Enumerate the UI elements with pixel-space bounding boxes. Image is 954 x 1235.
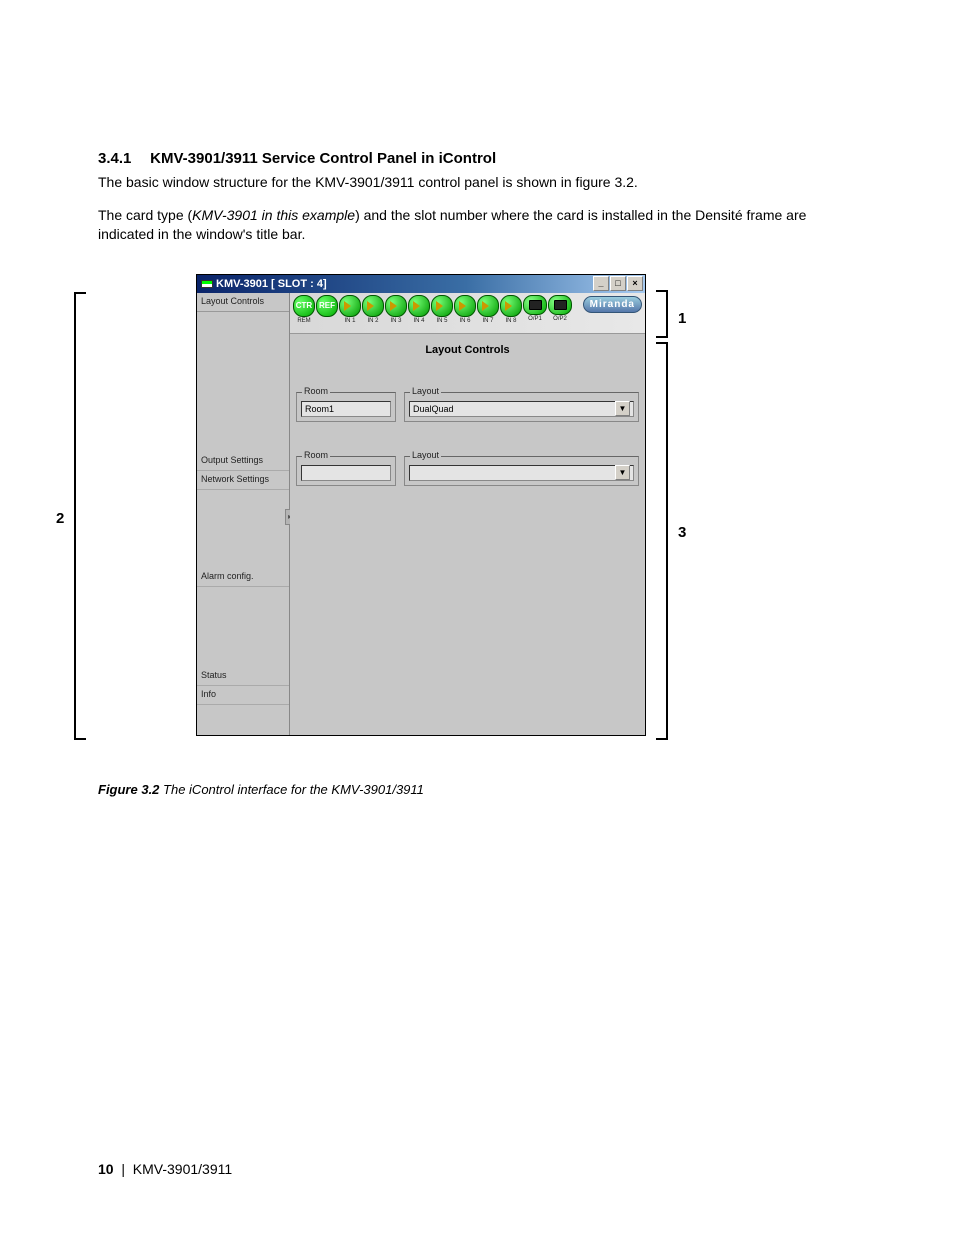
section-number: 3.4.1 bbox=[98, 150, 146, 167]
sidebar-item-info[interactable]: Info bbox=[197, 686, 289, 705]
figure: 2 1 3 KMV-3901 [ SLOT : 4] _ □ × bbox=[98, 274, 856, 764]
status-in6-icon[interactable] bbox=[454, 295, 476, 317]
figure-text: The iControl interface for the KMV-3901/… bbox=[159, 782, 423, 797]
callout-3: 3 bbox=[678, 524, 686, 541]
status-in2-icon[interactable] bbox=[362, 295, 384, 317]
layout-dropdown-1-value: DualQuad bbox=[413, 404, 454, 414]
room-label-2: Room bbox=[302, 450, 330, 460]
figure-caption: Figure 3.2 The iControl interface for th… bbox=[98, 782, 856, 797]
room-fieldset-2: Room bbox=[296, 456, 396, 486]
figure-label: Figure 3.2 bbox=[98, 782, 159, 797]
maximize-button[interactable]: □ bbox=[610, 276, 626, 291]
callout-1: 1 bbox=[678, 310, 686, 327]
page-footer: 10 | KMV-3901/3911 bbox=[98, 1161, 232, 1177]
close-button[interactable]: × bbox=[627, 276, 643, 291]
chevron-down-icon: ▼ bbox=[615, 401, 630, 416]
callout-2: 2 bbox=[56, 510, 64, 527]
status-ref-icon[interactable]: REF bbox=[316, 295, 338, 317]
sidebar-item-output-settings[interactable]: Output Settings bbox=[197, 452, 289, 471]
chevron-down-icon: ▼ bbox=[615, 465, 630, 480]
bracket-1 bbox=[656, 290, 668, 338]
layout-label-1: Layout bbox=[410, 386, 441, 396]
panel-title: Layout Controls bbox=[290, 344, 645, 356]
sidebar: Layout Controls Output Settings Network … bbox=[197, 293, 290, 735]
status-in4-icon[interactable] bbox=[408, 295, 430, 317]
layout-fieldset-2: Layout ▼ bbox=[404, 456, 639, 486]
layout-dropdown-1[interactable]: DualQuad ▼ bbox=[409, 401, 634, 417]
bracket-left bbox=[74, 292, 86, 740]
section-title: KMV-3901/3911 Service Control Panel in i… bbox=[150, 150, 496, 167]
status-in8-icon[interactable] bbox=[500, 295, 522, 317]
status-in5-icon[interactable] bbox=[431, 295, 453, 317]
layout-fieldset-1: Layout DualQuad ▼ bbox=[404, 392, 639, 422]
section-heading: 3.4.1 KMV-3901/3911 Service Control Pane… bbox=[98, 150, 856, 167]
app-window: KMV-3901 [ SLOT : 4] _ □ × Layout Contro… bbox=[196, 274, 646, 736]
status-in3-icon[interactable] bbox=[385, 295, 407, 317]
layout-label-2: Layout bbox=[410, 450, 441, 460]
status-in1-icon[interactable] bbox=[339, 295, 361, 317]
room-input-1[interactable] bbox=[301, 401, 391, 417]
status-in7-icon[interactable] bbox=[477, 295, 499, 317]
status-op1-icon[interactable] bbox=[523, 295, 547, 315]
room-fieldset-1: Room bbox=[296, 392, 396, 422]
bracket-3 bbox=[656, 342, 668, 740]
titlebar: KMV-3901 [ SLOT : 4] _ □ × bbox=[197, 275, 645, 293]
sidebar-item-alarm-config[interactable]: Alarm config. bbox=[197, 568, 289, 587]
status-ctr-icon[interactable]: CTR bbox=[293, 295, 315, 317]
brand-badge: Miranda bbox=[583, 296, 642, 313]
sidebar-item-status[interactable]: Status bbox=[197, 667, 289, 686]
sidebar-item-network-settings[interactable]: Network Settings bbox=[197, 471, 289, 490]
room-input-2[interactable] bbox=[301, 465, 391, 481]
layout-dropdown-2[interactable]: ▼ bbox=[409, 465, 634, 481]
room-label-1: Room bbox=[302, 386, 330, 396]
page-model: KMV-3901/3911 bbox=[133, 1161, 232, 1177]
sidebar-item-layout-controls[interactable]: Layout Controls bbox=[197, 293, 289, 312]
window-title: KMV-3901 [ SLOT : 4] bbox=[216, 278, 327, 290]
main-panel: CTRREM REF IN 1 IN 2 IN 3 IN 4 IN 5 IN 6… bbox=[290, 293, 645, 735]
paragraph-2: The card type (KMV-3901 in this example)… bbox=[98, 206, 856, 244]
status-op2-icon[interactable] bbox=[548, 295, 572, 315]
app-icon bbox=[201, 280, 213, 288]
page-number: 10 bbox=[98, 1161, 114, 1177]
minimize-button[interactable]: _ bbox=[593, 276, 609, 291]
status-icon-bar: CTRREM REF IN 1 IN 2 IN 3 IN 4 IN 5 IN 6… bbox=[290, 293, 645, 334]
paragraph-1: The basic window structure for the KMV-3… bbox=[98, 173, 856, 192]
